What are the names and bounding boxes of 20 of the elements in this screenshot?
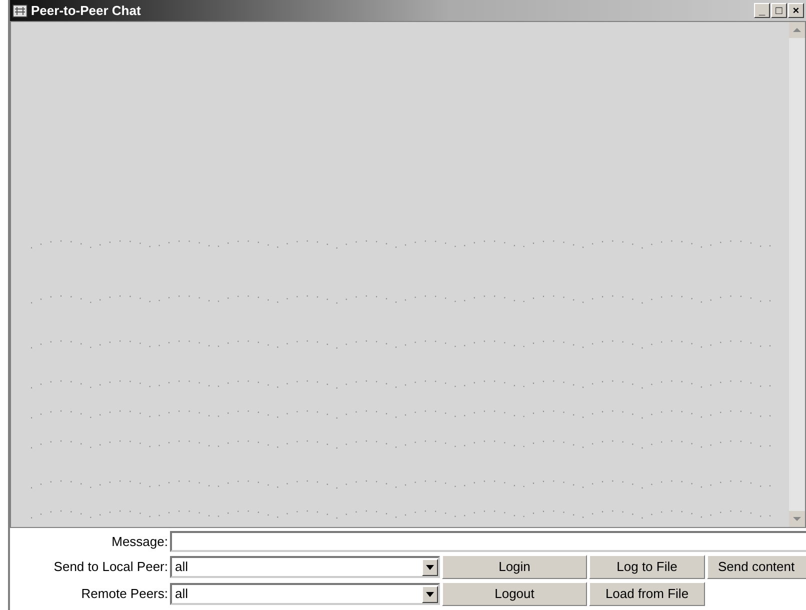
minimize-button[interactable]: _	[754, 3, 770, 18]
action-button[interactable]: Send content	[707, 555, 806, 579]
message-label: Message:	[110, 532, 169, 551]
action-button[interactable]: Logout	[442, 582, 587, 606]
scroll-down-icon[interactable]	[789, 511, 805, 527]
field-label: Remote Peers:	[80, 585, 169, 604]
window-title: Peer-to-Peer Chat	[31, 2, 141, 20]
peer-dropdown[interactable]: all	[170, 583, 440, 605]
peer-dropdown[interactable]: all	[170, 556, 440, 578]
action-button[interactable]: Load from File	[589, 582, 705, 606]
caret-icon[interactable]	[422, 586, 438, 602]
action-button[interactable]: Login	[442, 555, 587, 579]
action-button[interactable]: Log to File	[589, 555, 705, 579]
maximize-button[interactable]: □	[771, 3, 787, 18]
message-field[interactable]	[170, 531, 806, 552]
caret-icon[interactable]	[422, 558, 438, 576]
field-label: Send to Local Peer:	[52, 558, 169, 576]
scroll-up-icon[interactable]	[789, 22, 805, 38]
app-icon	[12, 2, 28, 18]
close-button[interactable]: ×	[788, 3, 804, 18]
